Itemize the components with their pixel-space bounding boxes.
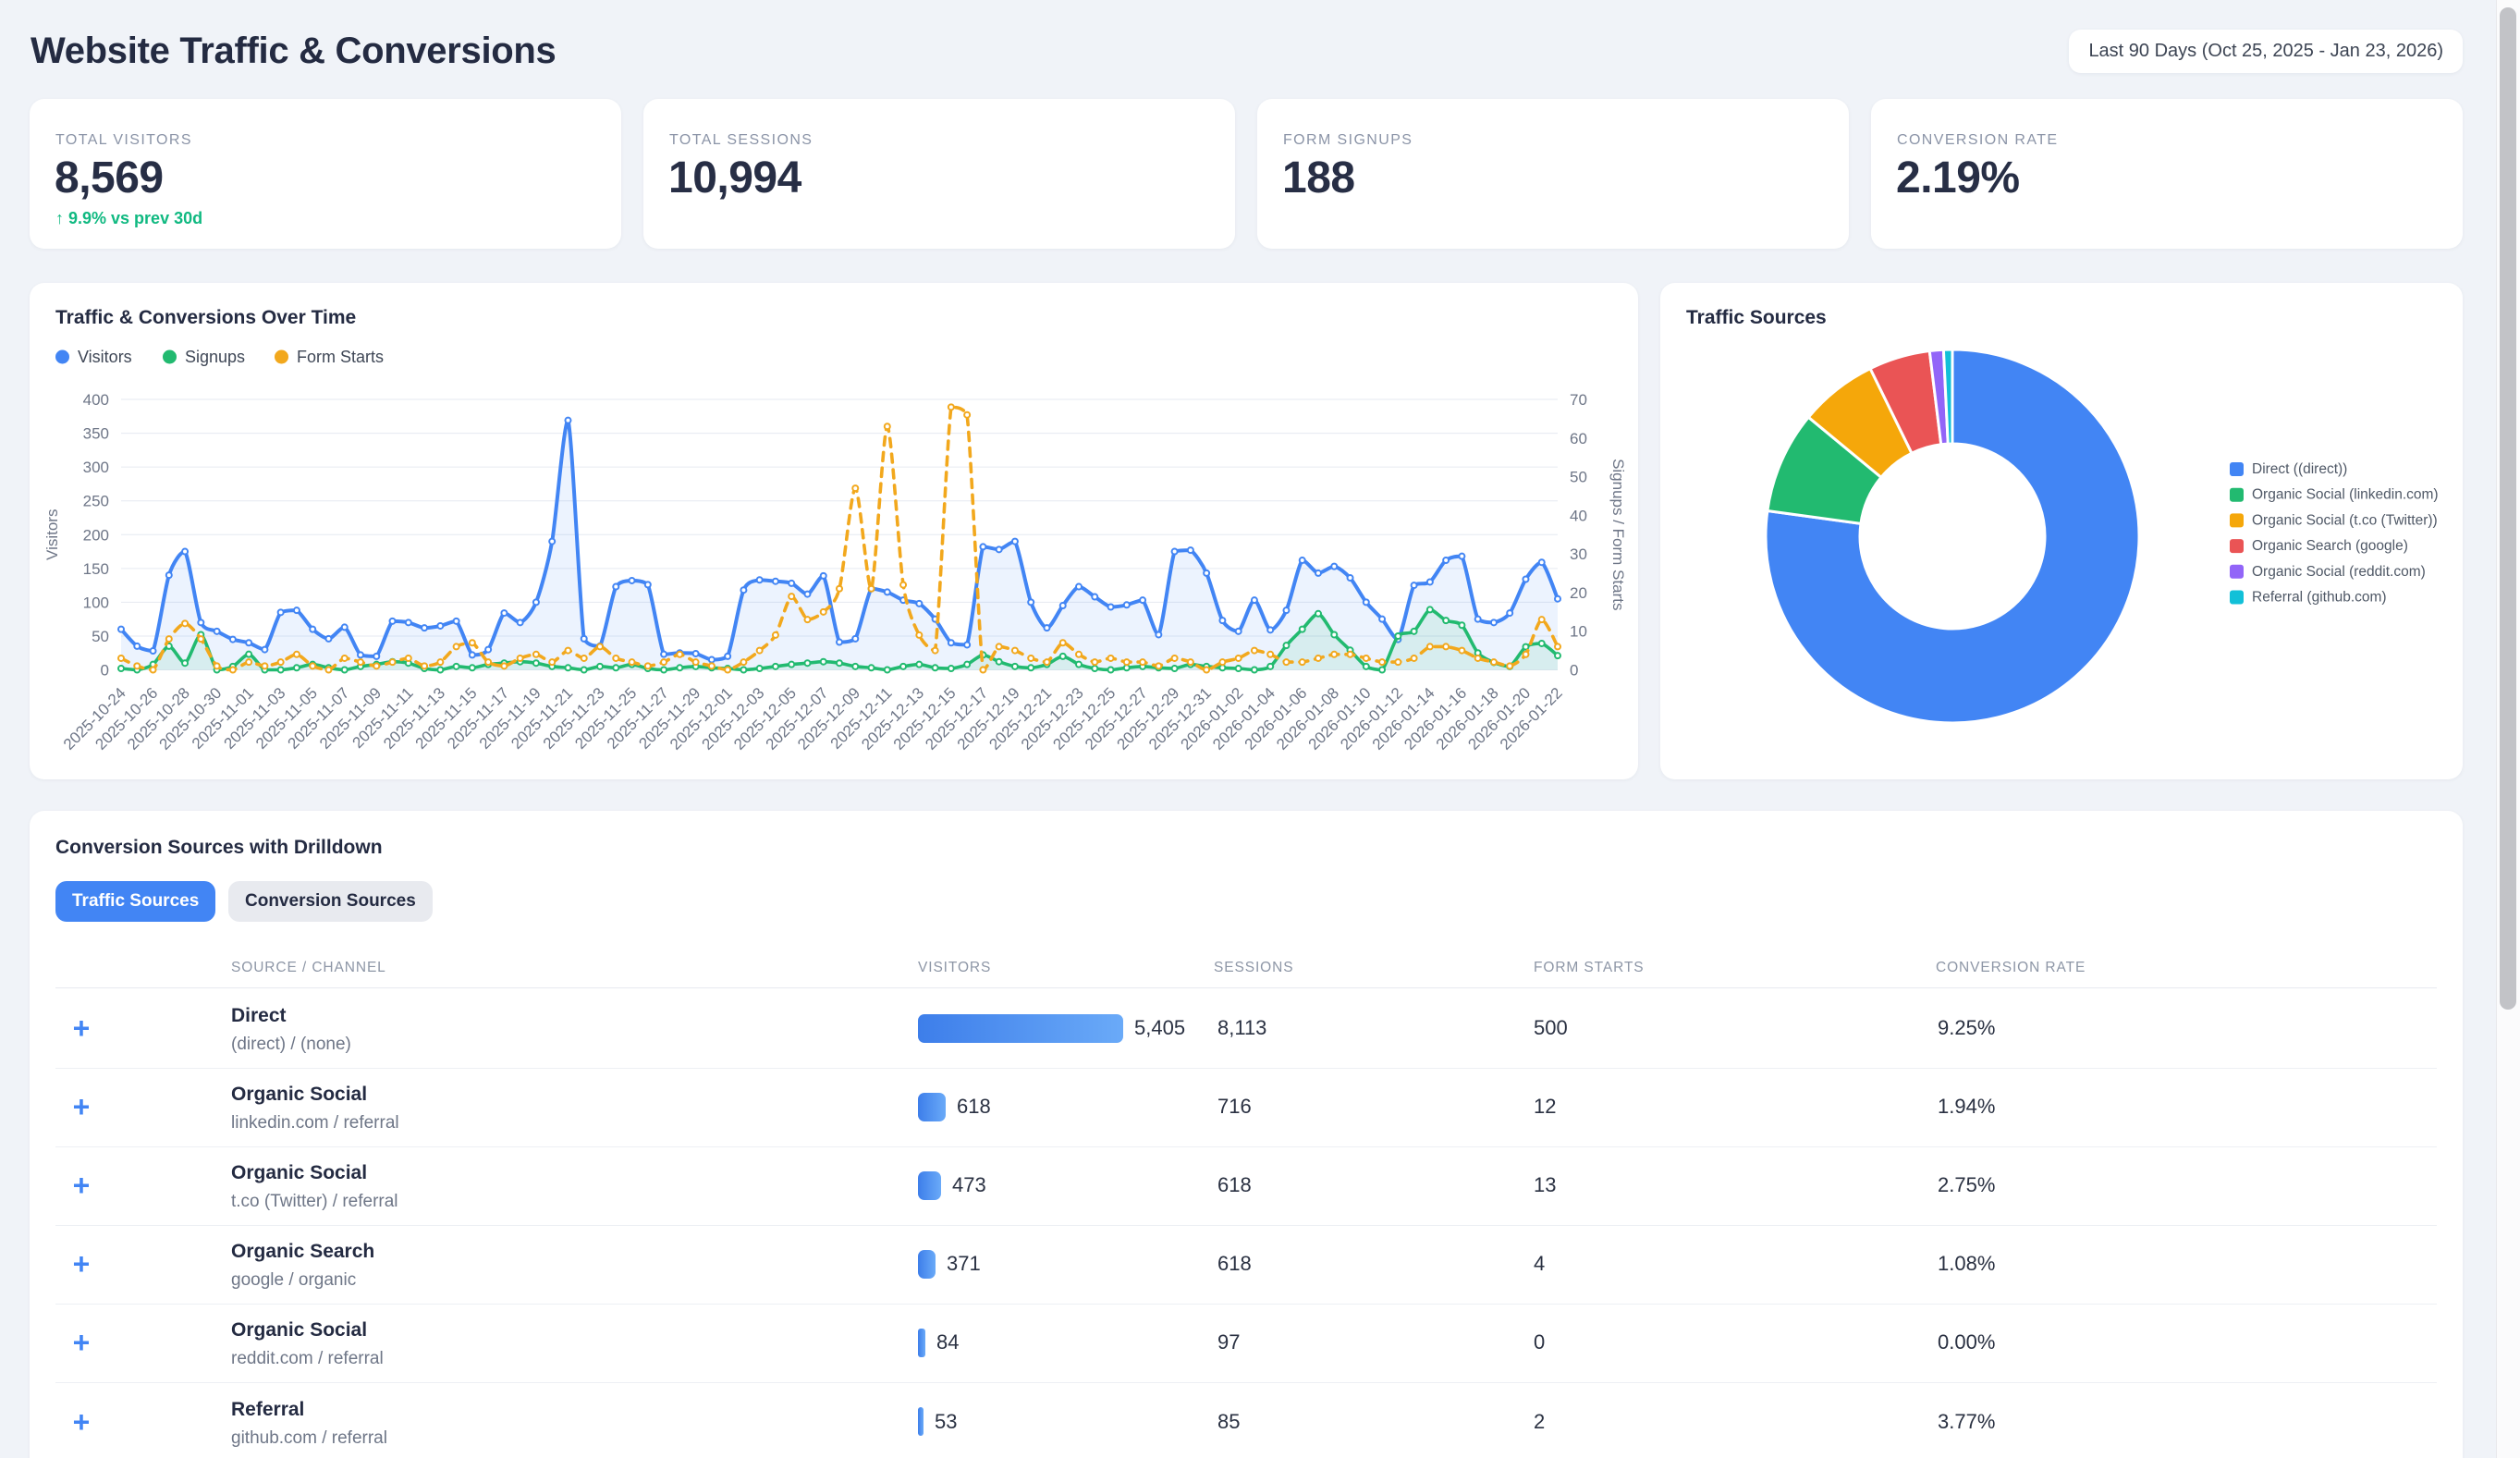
svg-text:40: 40: [1570, 507, 1587, 524]
svg-text:10: 10: [1570, 623, 1587, 641]
svg-text:400: 400: [83, 391, 109, 409]
svg-text:100: 100: [83, 594, 109, 611]
svg-text:0: 0: [101, 662, 109, 680]
svg-text:20: 20: [1570, 584, 1587, 602]
svg-text:Organic Social (reddit.com): Organic Social (reddit.com): [2252, 564, 2426, 580]
svg-text:50: 50: [92, 628, 109, 645]
svg-text:250: 250: [83, 493, 109, 510]
svg-text:150: 150: [83, 560, 109, 578]
svg-text:Referral (github.com): Referral (github.com): [2252, 590, 2387, 606]
svg-text:30: 30: [1570, 545, 1587, 563]
svg-text:Organic Social (t.co (Twitter): Organic Social (t.co (Twitter)): [2252, 512, 2438, 528]
svg-text:Organic Search (google): Organic Search (google): [2252, 538, 2408, 554]
svg-text:Visitors: Visitors: [78, 348, 132, 366]
svg-text:200: 200: [83, 526, 109, 544]
svg-text:60: 60: [1570, 430, 1587, 447]
svg-text:Visitors: Visitors: [43, 509, 61, 560]
svg-text:Direct ((direct)): Direct ((direct)): [2252, 461, 2347, 477]
svg-text:Signups / Form Starts: Signups / Form Starts: [1609, 459, 1627, 610]
svg-text:50: 50: [1570, 469, 1587, 486]
svg-text:Organic Social (linkedin.com): Organic Social (linkedin.com): [2252, 487, 2439, 503]
svg-text:Signups: Signups: [185, 348, 245, 366]
svg-text:Form Starts: Form Starts: [297, 348, 384, 366]
svg-text:0: 0: [1570, 662, 1578, 680]
svg-text:70: 70: [1570, 391, 1587, 409]
svg-text:350: 350: [83, 425, 109, 443]
svg-text:300: 300: [83, 459, 109, 476]
